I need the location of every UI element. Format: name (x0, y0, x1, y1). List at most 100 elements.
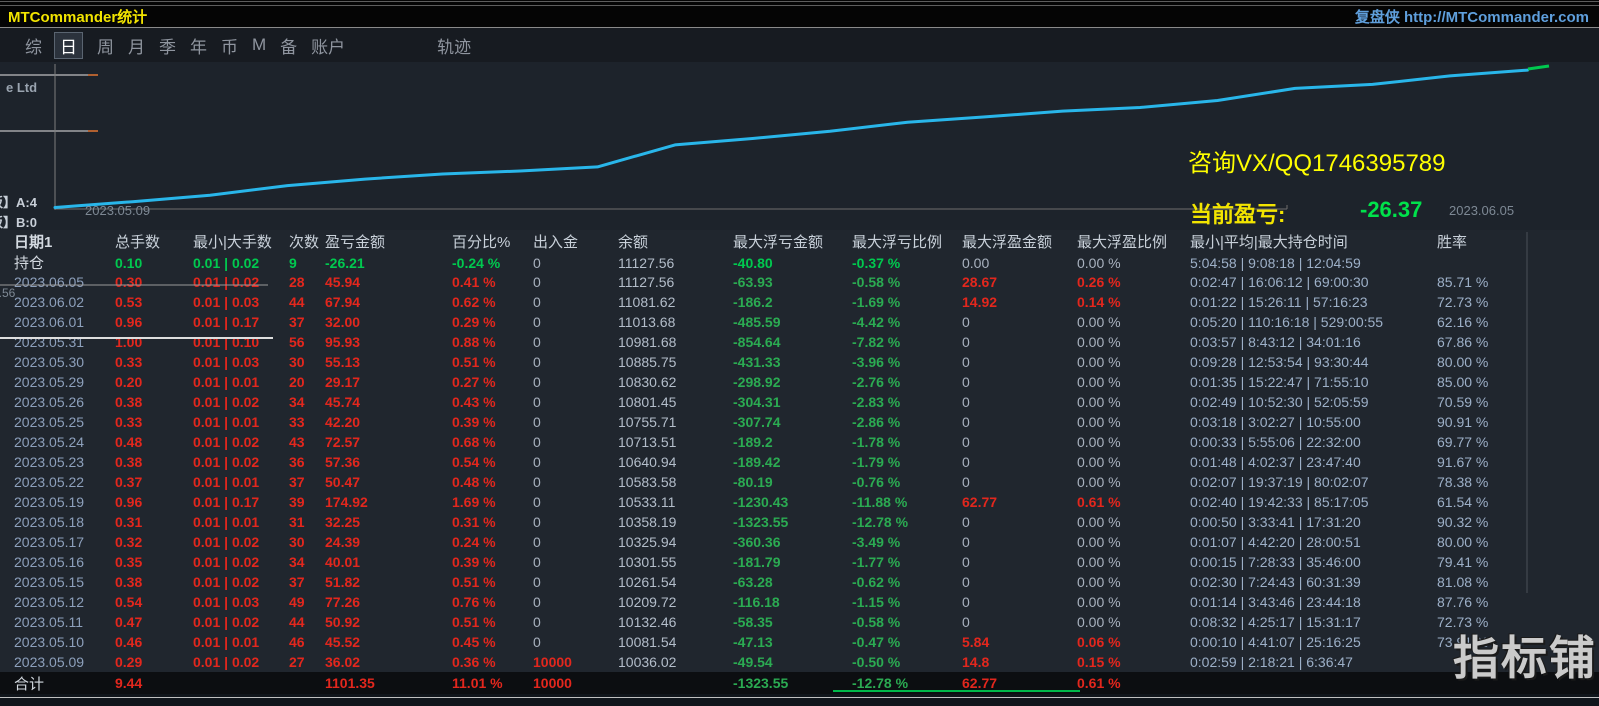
cell-4: 0.27 % (437, 374, 518, 390)
table-row[interactable]: 2023.05.170.320.01 | 0.023024.390.24 %01… (0, 532, 1599, 552)
table-row[interactable]: 2023.05.150.380.01 | 0.023751.820.51 %01… (0, 572, 1599, 592)
col-header-11[interactable]: 最小|平均|最大持仓时间 (1175, 231, 1422, 252)
cell-3: 72.57 (310, 434, 437, 450)
cell-1: 0.01 | 0.02 (178, 274, 274, 290)
col-header-0[interactable]: 总手数 (100, 231, 178, 252)
cell-12: 85.71 % (1422, 274, 1599, 290)
table-row[interactable]: 2023.05.230.380.01 | 0.023657.360.54 %01… (0, 452, 1599, 472)
table-row[interactable]: 2023.05.110.470.01 | 0.024450.920.51 %01… (0, 612, 1599, 632)
cell-12: 70.59 % (1422, 394, 1599, 410)
cell-2: 27 (274, 654, 310, 670)
row-label: 2023.05.11 (0, 614, 100, 630)
cell-4: 0.68 % (437, 434, 518, 450)
cell-9: 0 (947, 554, 1062, 570)
cell-4: 0.51 % (437, 574, 518, 590)
brand-link[interactable]: 复盘侠 http://MTCommander.com (1355, 6, 1589, 27)
cell-1: 0.01 | 0.17 (178, 494, 274, 510)
table-row[interactable]: 2023.06.050.300.01 | 0.022845.940.41 %01… (0, 272, 1599, 292)
cell-7: -485.59 (718, 314, 837, 330)
menu-item-6[interactable]: 币 (221, 33, 238, 58)
table-row[interactable]: 2023.05.190.960.01 | 0.1739174.921.69 %0… (0, 492, 1599, 512)
cell-3: 174.92 (310, 494, 437, 510)
table-row[interactable]: 2023.05.290.200.01 | 0.012029.170.27 %01… (0, 372, 1599, 392)
col-header-2[interactable]: 次数 (274, 231, 310, 252)
cell-10: 0.00 % (1062, 514, 1175, 530)
col-header-5[interactable]: 出入金 (518, 231, 603, 252)
table-row[interactable]: 2023.05.300.330.01 | 0.033055.130.51 %01… (0, 352, 1599, 372)
table-row[interactable]: 2023.05.090.290.01 | 0.022736.020.36 %10… (0, 652, 1599, 672)
table-row[interactable]: 2023.06.020.530.01 | 0.034467.940.62 %01… (0, 292, 1599, 312)
summary-row[interactable]: 合计9.441101.3511.01 %10000-1323.55-12.78 … (0, 672, 1599, 694)
menu-item-5[interactable]: 年 (190, 33, 207, 58)
table-row[interactable]: 2023.05.260.380.01 | 0.023445.740.43 %01… (0, 392, 1599, 412)
col-header-3[interactable]: 盈亏金额 (310, 231, 437, 252)
cell-7: -47.13 (718, 634, 837, 650)
row-label: 2023.05.29 (0, 374, 100, 390)
cell-4: 0.62 % (437, 294, 518, 310)
cell-0: 0.96 (100, 494, 178, 510)
col-header-6[interactable]: 余额 (603, 231, 718, 252)
cell-2: 56 (274, 334, 310, 350)
menu-item-2[interactable]: 周 (97, 33, 114, 58)
cell-3: 45.52 (310, 634, 437, 650)
cell-9: 0 (947, 474, 1062, 490)
col-header-12[interactable]: 胜率 (1422, 231, 1599, 252)
menu-item-10[interactable]: 轨迹 (437, 33, 471, 58)
cell-3: 36.02 (310, 654, 437, 670)
cell-5: 0 (518, 454, 603, 470)
stats-table: 日期1总手数最小|大手数次数盈亏金额百分比%出入金余额最大浮亏金额最大浮亏比例最… (0, 230, 1599, 694)
menu-item-1[interactable]: 日 (54, 32, 83, 59)
cell-9: 0 (947, 534, 1062, 550)
menu-fragment: 】 (0, 33, 11, 58)
menu-item-8[interactable]: 备 (280, 33, 297, 58)
table-row[interactable]: 2023.05.250.330.01 | 0.013342.200.39 %01… (0, 412, 1599, 432)
cell-9: 5.84 (947, 634, 1062, 650)
table-row[interactable]: 2023.05.311.000.01 | 0.105695.930.88 %01… (0, 332, 1599, 352)
col-header-1[interactable]: 最小|大手数 (178, 231, 274, 252)
cell-0: 0.47 (100, 614, 178, 630)
cell-7: -854.64 (718, 334, 837, 350)
cell-3: 77.26 (310, 594, 437, 610)
table-row[interactable]: 2023.05.180.310.01 | 0.013132.250.31 %01… (0, 512, 1599, 532)
row-label: 2023.05.26 (0, 394, 100, 410)
menu-item-4[interactable]: 季 (159, 33, 176, 58)
menu-item-9[interactable]: 账户 (311, 33, 345, 58)
cell-5: 0 (518, 494, 603, 510)
table-row[interactable]: 2023.05.120.540.01 | 0.034977.260.76 %01… (0, 592, 1599, 612)
col-header-7[interactable]: 最大浮亏金额 (718, 231, 837, 252)
table-row[interactable]: 2023.05.160.350.01 | 0.023440.010.39 %01… (0, 552, 1599, 572)
cell-9: 14.8 (947, 654, 1062, 670)
cell-9: 0 (947, 434, 1062, 450)
cell-5: 0 (518, 294, 603, 310)
cell-2: 39 (274, 494, 310, 510)
cell-1: 0.01 | 0.02 (178, 394, 274, 410)
menu-item-3[interactable]: 月 (128, 33, 145, 58)
table-row[interactable]: 2023.05.240.480.01 | 0.024372.570.68 %01… (0, 432, 1599, 452)
table-row[interactable]: 2023.05.100.460.01 | 0.014645.520.45 %01… (0, 632, 1599, 652)
col-header-8[interactable]: 最大浮亏比例 (837, 231, 947, 252)
cell-5: 0 (518, 634, 603, 650)
table-row[interactable]: 2023.05.220.370.01 | 0.013750.470.48 %01… (0, 472, 1599, 492)
col-header-9[interactable]: 最大浮盈金额 (947, 231, 1062, 252)
position-row[interactable]: 持仓0.100.01 | 0.029-26.21-0.24 %011127.56… (0, 252, 1599, 272)
cell-1: 0.01 | 0.17 (178, 314, 274, 330)
symbol-fragment: e Ltd (6, 80, 37, 95)
cell-10: 0.61 % (1062, 494, 1175, 510)
menu-item-7[interactable]: M (252, 35, 266, 55)
bottom-border (0, 697, 1599, 698)
cell-9: 0 (947, 514, 1062, 530)
cell-11: 0:03:18 | 3:02:27 | 10:55:00 (1175, 414, 1422, 430)
menu-item-0[interactable]: 综 (25, 33, 42, 58)
cell-2: 44 (274, 614, 310, 630)
cell-12: 90.91 % (1422, 414, 1599, 430)
cell-6: 10583.58 (603, 474, 718, 490)
col-header-4[interactable]: 百分比% (437, 231, 518, 252)
table-row[interactable]: 2023.06.010.960.01 | 0.173732.000.29 %01… (0, 312, 1599, 332)
cell-8: -3.49 % (837, 534, 947, 550)
cell-3: 55.13 (310, 354, 437, 370)
col-header-10[interactable]: 最大浮盈比例 (1062, 231, 1175, 252)
cell-5: 10000 (518, 675, 603, 691)
cell-11: 0:03:57 | 8:43:12 | 34:01:16 (1175, 334, 1422, 350)
cell-6: 10801.45 (603, 394, 718, 410)
cell-2: 37 (274, 314, 310, 330)
